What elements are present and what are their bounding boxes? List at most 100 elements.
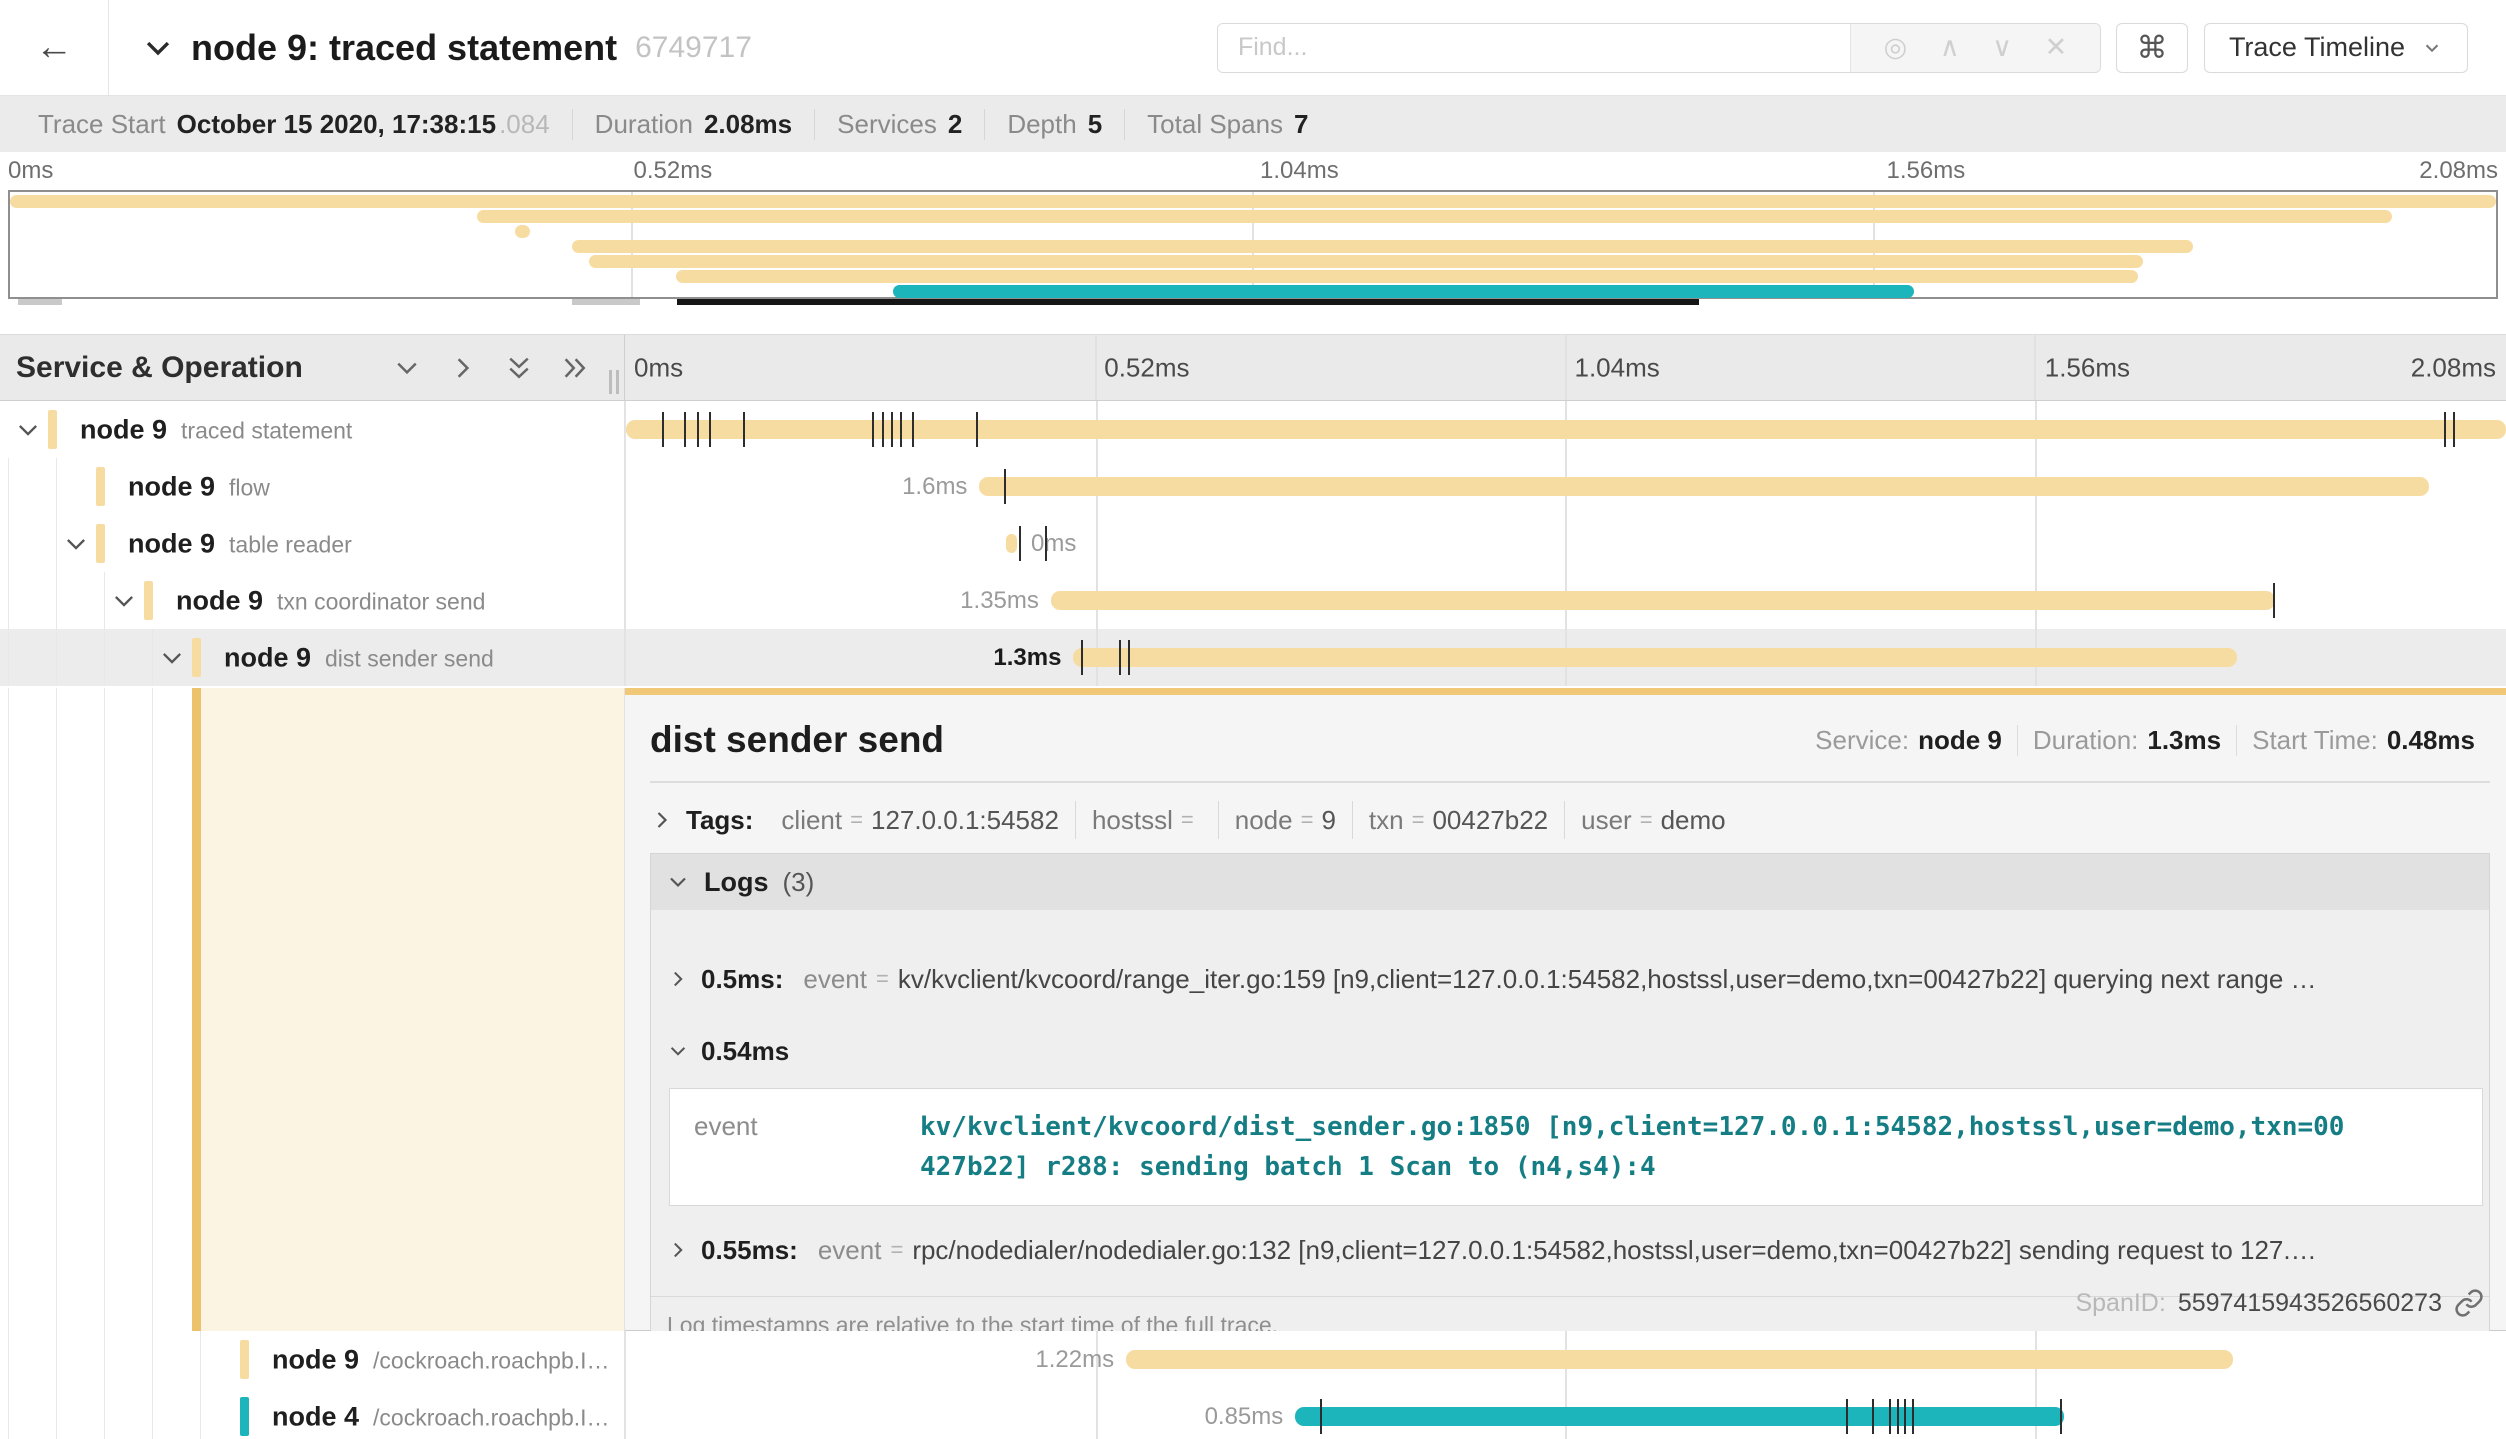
span-id-label: SpanID:	[2075, 1289, 2165, 1318]
span-id-row: SpanID: 5597415943526560273	[2075, 1288, 2484, 1318]
trace-start: Trace Start October 15 2020, 17:38:15 .0…	[16, 109, 572, 140]
log-marker-tick	[709, 412, 711, 447]
span-service: node 4	[272, 1401, 359, 1431]
log-marker-tick	[1045, 526, 1047, 561]
back-button[interactable]: ←	[0, 0, 109, 95]
locate-icon[interactable]: ◎	[1884, 34, 1908, 61]
span-bar-track[interactable]: 1.22ms	[625, 1331, 2506, 1388]
log-marker-tick	[1846, 1399, 1848, 1434]
span-name-cell: node 9txn coordinator send	[0, 572, 625, 629]
tags-accordion[interactable]: Tags: client=127.0.0.1:54582 hostssl= no…	[650, 801, 2490, 839]
log-entry-1[interactable]: 0.5ms: event = kv/kvclient/kvcoord/range…	[651, 910, 2489, 1006]
log-marker-tick	[1889, 1399, 1891, 1434]
log-entry-3[interactable]: 0.55ms: event = rpc/nodedialer/nodediale…	[651, 1206, 2489, 1272]
span-bar-track[interactable]	[625, 401, 2506, 458]
span-duration-label: 1.3ms	[993, 644, 1061, 672]
service-operation-title: Service & Operation	[16, 351, 303, 385]
trace-view-dropdown[interactable]: Trace Timeline	[2204, 23, 2468, 73]
minimap-scrub-handle[interactable]	[572, 299, 640, 305]
double-chevron-down-icon[interactable]	[504, 353, 534, 383]
span-bar[interactable]	[979, 477, 2428, 496]
detail-duration: Duration:1.3ms	[2017, 725, 2236, 756]
minimap-lane	[10, 255, 2496, 268]
minimap-lane	[10, 240, 2496, 253]
span-collapse-chevron-icon[interactable]	[14, 416, 42, 444]
span-bar-track[interactable]: 0ms	[625, 515, 2506, 572]
span-collapse-chevron-icon[interactable]	[158, 644, 186, 672]
span-bar-track[interactable]: 1.3ms	[625, 629, 2506, 686]
column-resizer-handle[interactable]	[609, 370, 619, 394]
service-operation-header: Service & Operation	[0, 335, 625, 400]
minimap-bar	[676, 270, 2138, 283]
span-row-txn-coordinator-send[interactable]: node 9txn coordinator send 1.35ms	[0, 572, 2506, 629]
title-collapse-chevron-icon[interactable]	[141, 31, 175, 65]
prev-match-icon[interactable]: ∧	[1940, 34, 1960, 61]
span-bar[interactable]	[1073, 648, 2237, 667]
span-row-node4-roachpb[interactable]: node 4/cockroach.roachpb.I… 0.85ms	[0, 1388, 2506, 1439]
span-bar-track[interactable]: 1.6ms	[625, 458, 2506, 515]
span-name-cell: node 9flow	[0, 458, 625, 515]
minimap-lane	[10, 270, 2496, 283]
span-name-cell: node 4/cockroach.roachpb.I…	[0, 1388, 625, 1439]
next-match-icon[interactable]: ∨	[1992, 34, 2012, 61]
span-bar-track[interactable]: 1.35ms	[625, 572, 2506, 629]
span-row-traced-statement[interactable]: node 9traced statement	[0, 401, 2506, 458]
log-marker-tick	[684, 412, 686, 447]
log-timestamp: 0.54ms	[701, 1036, 789, 1067]
span-collapse-chevron-icon[interactable]	[62, 530, 90, 558]
log-marker-tick	[1320, 1399, 1322, 1434]
span-detail-region: dist sender send Service:node 9 Duration…	[0, 688, 2506, 1331]
trace-services: Services 2	[814, 109, 984, 140]
minimap-tick-labels: 0ms 0.52ms 1.04ms 1.56ms 2.08ms	[0, 157, 2506, 187]
trace-view-label: Trace Timeline	[2229, 32, 2405, 63]
span-bar-track[interactable]: 0.85ms	[625, 1388, 2506, 1439]
top-bar: ← node 9: traced statement 6749717 ◎ ∧ ∨…	[0, 0, 2506, 96]
span-bar[interactable]	[1126, 1350, 2233, 1369]
minimap-canvas[interactable]	[8, 190, 2498, 299]
log-entry-2[interactable]: 0.54ms	[651, 1006, 2489, 1070]
span-bar[interactable]	[626, 420, 2506, 439]
span-color-bar	[96, 467, 105, 506]
log-marker-tick	[1119, 640, 1121, 675]
span-bar[interactable]	[1006, 534, 1017, 553]
clear-find-icon[interactable]: ✕	[2045, 34, 2068, 61]
log-timestamp: 0.5ms:	[701, 964, 783, 995]
detail-service: Service:node 9	[1800, 725, 2017, 756]
chevron-right-icon[interactable]	[448, 353, 478, 383]
chevron-down-icon[interactable]	[392, 353, 422, 383]
minimap-bar	[10, 195, 2496, 208]
timeline-scrollbar[interactable]	[677, 299, 1699, 305]
double-chevron-right-icon[interactable]	[560, 353, 590, 383]
chevron-down-icon	[667, 1040, 689, 1062]
trace-total-spans: Total Spans 7	[1124, 109, 1330, 140]
tag-hostssl: hostssl=	[1075, 801, 1218, 839]
minimap-scrub-handle[interactable]	[18, 299, 62, 305]
span-row-dist-sender-send[interactable]: node 9dist sender send 1.3ms	[0, 629, 2506, 686]
log-marker-tick	[2273, 583, 2275, 618]
timeline-ruler: 0ms 0.52ms 1.04ms 1.56ms 2.08ms	[625, 335, 2506, 400]
minimap-bar	[893, 285, 1915, 298]
span-row-node9-roachpb[interactable]: node 9/cockroach.roachpb.I… 1.22ms	[0, 1331, 2506, 1388]
span-bar[interactable]	[1295, 1407, 2064, 1426]
copy-link-icon[interactable]	[2454, 1288, 2484, 1318]
minimap-bar	[477, 210, 2391, 223]
trace-duration: Duration 2.08ms	[572, 109, 814, 140]
span-duration-label: 1.6ms	[902, 473, 967, 501]
log-field-key: event	[803, 964, 867, 995]
span-row-table-reader[interactable]: node 9table reader 0ms	[0, 515, 2506, 572]
span-color-bar	[192, 638, 201, 677]
log-marker-tick	[743, 412, 745, 447]
tags-label: Tags:	[686, 805, 753, 836]
find-input[interactable]	[1218, 24, 1850, 72]
log-field-value: kv/kvclient/kvcoord/range_iter.go:159 [n…	[898, 964, 2317, 995]
logs-header[interactable]: Logs (3)	[651, 854, 2489, 910]
span-bar[interactable]	[1051, 591, 2275, 610]
log-marker-tick	[1081, 640, 1083, 675]
logs-accordion: Logs (3) 0.5ms: event = kv/kvclient/kvco…	[650, 853, 2490, 1361]
span-duration-label: 0ms	[1031, 530, 1076, 558]
log-marker-tick	[1004, 469, 1006, 504]
span-operation: dist sender send	[325, 645, 494, 671]
keyboard-shortcuts-button[interactable]: ⌘	[2116, 23, 2188, 73]
span-row-flow[interactable]: node 9flow 1.6ms	[0, 458, 2506, 515]
span-collapse-chevron-icon[interactable]	[110, 587, 138, 615]
